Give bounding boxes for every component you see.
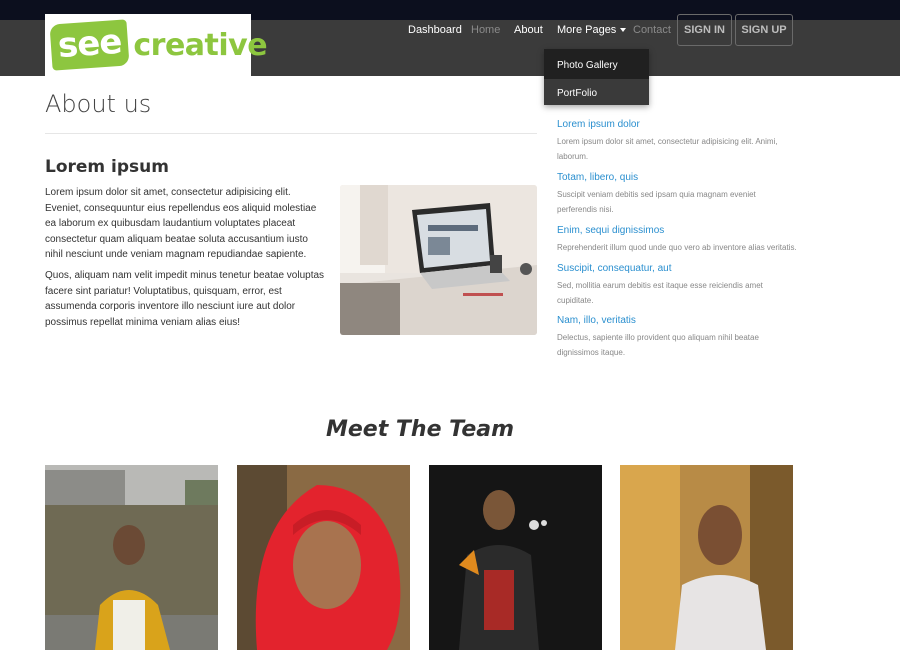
vacancy-link[interactable]: Totam, libero, quis bbox=[557, 171, 797, 185]
vacancy-item: Suscipit, consequatur, aut Sed, mollitia… bbox=[557, 262, 797, 308]
laptop-desk-image bbox=[340, 185, 537, 335]
vacancy-item: Nam, illo, veritatis Delectus, sapiente … bbox=[557, 314, 797, 360]
vacancy-item: Lorem ipsum dolor Lorem ipsum dolor sit … bbox=[557, 118, 797, 164]
nav-home[interactable]: Home bbox=[471, 24, 500, 36]
logo-wordmark: creative bbox=[133, 27, 268, 63]
team-member-photo bbox=[620, 465, 793, 650]
vacancy-description: Suscipit veniam debitis sed ipsam quia m… bbox=[557, 190, 756, 214]
nav-about[interactable]: About bbox=[514, 24, 543, 36]
vacancy-link[interactable]: Enim, sequi dignissimos bbox=[557, 224, 797, 238]
team-member-photo bbox=[237, 465, 410, 650]
logo[interactable]: see creative bbox=[45, 14, 268, 76]
dropdown-item-photo-gallery[interactable]: Photo Gallery bbox=[544, 51, 649, 75]
nav-more-pages-label: More Pages bbox=[557, 24, 617, 36]
nav-dashboard[interactable]: Dashboard bbox=[408, 24, 462, 36]
about-paragraph-2: Quos, aliquam nam velit impedit minus te… bbox=[45, 270, 325, 328]
vacancy-item: Totam, libero, quis Suscipit veniam debi… bbox=[557, 171, 797, 217]
team-member-3-image bbox=[429, 465, 602, 650]
section-subtitle: Lorem ipsum bbox=[45, 157, 169, 177]
vacancy-description: Lorem ipsum dolor sit amet, consectetur … bbox=[557, 137, 778, 161]
vacancy-description: Sed, mollitia earum debitis est itaque e… bbox=[557, 281, 763, 305]
divider bbox=[45, 133, 537, 134]
team-member-1-image bbox=[45, 465, 218, 650]
logo-see-mark: see bbox=[49, 19, 130, 71]
vacancy-item: Enim, sequi dignissimos Reprehenderit il… bbox=[557, 224, 797, 255]
team-member-4-image bbox=[620, 465, 793, 650]
vacancy-link[interactable]: Nam, illo, veritatis bbox=[557, 314, 797, 328]
more-pages-dropdown: Photo Gallery PortFolio bbox=[544, 49, 649, 105]
about-paragraph-1: Lorem ipsum dolor sit amet, consectetur … bbox=[45, 187, 317, 260]
page-title: About us bbox=[45, 90, 152, 118]
team-title: Meet The Team bbox=[325, 417, 515, 442]
caret-down-icon bbox=[620, 28, 627, 33]
workspace-photo bbox=[340, 185, 537, 335]
nav-contact[interactable]: Contact bbox=[633, 24, 671, 36]
vacancy-link[interactable]: Suscipit, consequatur, aut bbox=[557, 262, 797, 276]
vacancy-link[interactable]: Lorem ipsum dolor bbox=[557, 118, 797, 132]
vacancy-description: Delectus, sapiente illo provident quo al… bbox=[557, 333, 759, 357]
sign-in-button[interactable]: SIGN IN bbox=[677, 14, 732, 46]
dropdown-item-portfolio[interactable]: PortFolio bbox=[544, 79, 649, 105]
vacancy-description: Reprehenderit illum quod unde quo vero a… bbox=[557, 243, 797, 252]
sign-up-button[interactable]: SIGN UP bbox=[735, 14, 793, 46]
nav-more-pages[interactable]: More Pages bbox=[557, 24, 627, 36]
team-member-photo bbox=[45, 465, 218, 650]
team-member-2-image bbox=[237, 465, 410, 650]
team-member-photo bbox=[429, 465, 602, 650]
